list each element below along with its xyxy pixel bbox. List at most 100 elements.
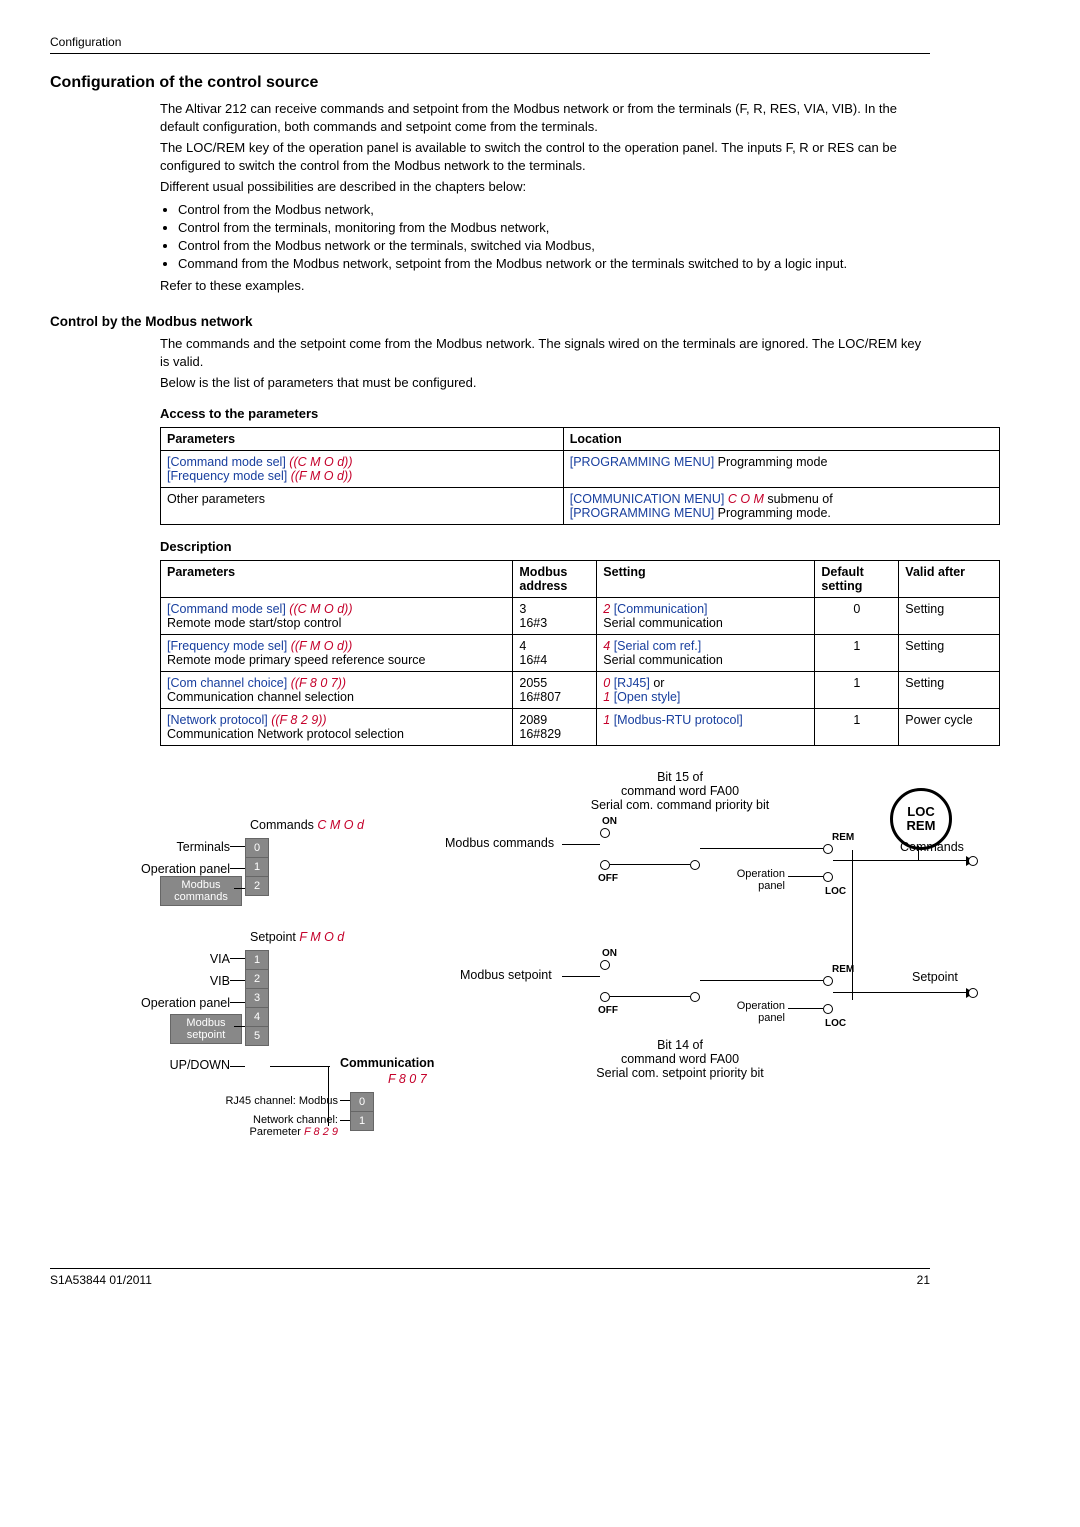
diagram-chip: 4 <box>245 1007 269 1027</box>
setting-desc: Serial communication <box>603 616 723 630</box>
description-table: Parameters Modbus address Setting Defaul… <box>160 560 1000 746</box>
diagram-text: LOC <box>825 1018 846 1029</box>
access-th: Location <box>563 427 999 450</box>
description-heading: Description <box>160 539 930 554</box>
param-code: ((C M O d)) <box>289 455 352 469</box>
intro-p3: Different usual possibilities are descri… <box>160 178 930 196</box>
diagram-text: REM <box>832 832 854 843</box>
access-heading: Access to the parameters <box>160 406 930 421</box>
param-name: [Frequency mode sel] <box>167 639 287 653</box>
diagram-text: Serial com. setpoint priority bit <box>596 1066 763 1080</box>
diagram-text: Operation panel <box>128 862 230 876</box>
valid-after: Setting <box>899 597 1000 634</box>
addr: 3 <box>519 602 526 616</box>
diagram-text: command word FA00 <box>621 1052 739 1066</box>
table-row: [Com channel choice] ((F 8 0 7)) Communi… <box>161 671 1000 708</box>
param-code: ((F M O d)) <box>291 639 353 653</box>
param-desc: Remote mode start/stop control <box>167 616 341 630</box>
diagram-code: F M O d <box>299 930 344 944</box>
param-code: C O M <box>728 492 764 506</box>
diagram-chip: 0 <box>350 1092 374 1112</box>
diagram-chip: 1 <box>350 1111 374 1131</box>
param-name: [Frequency mode sel] <box>167 469 287 483</box>
footer-right: 21 <box>917 1273 930 1287</box>
diagram-text: Commands <box>900 840 964 854</box>
table-row: [Command mode sel] ((C M O d)) Remote mo… <box>161 597 1000 634</box>
desc-th: Setting <box>597 560 815 597</box>
access-th: Parameters <box>161 427 564 450</box>
menu-name: [PROGRAMMING MENU] <box>570 455 714 469</box>
intro-li: Control from the terminals, monitoring f… <box>178 220 930 235</box>
addr: 4 <box>519 639 526 653</box>
diagram-chip: 2 <box>245 876 269 896</box>
diagram-text: Commands <box>250 818 317 832</box>
desc-th: Parameters <box>161 560 513 597</box>
diagram-text: OFF <box>598 1005 618 1016</box>
default: 1 <box>815 634 899 671</box>
diagram-chip: 0 <box>245 838 269 858</box>
diagram-chip: 3 <box>245 988 269 1008</box>
diagram-text: OFF <box>598 873 618 884</box>
diagram-text: UP/DOWN <box>162 1058 230 1072</box>
table-row: [Network protocol] ((F 8 2 9)) Communica… <box>161 708 1000 745</box>
table-row: [Frequency mode sel] ((F M O d)) Remote … <box>161 634 1000 671</box>
diagram-text: ON <box>602 816 617 827</box>
sec1-p1: The commands and the setpoint come from … <box>160 335 930 370</box>
diagram-chip: 2 <box>245 969 269 989</box>
sec1-block: The commands and the setpoint come from … <box>160 335 930 392</box>
setting-name: [RJ45] <box>610 676 650 690</box>
param-desc: Communication Network protocol selection <box>167 727 404 741</box>
intro-li: Command from the Modbus network, setpoin… <box>178 256 930 271</box>
intro-p1: The Altivar 212 can receive commands and… <box>160 100 930 135</box>
addr-hex: 16#829 <box>519 727 561 741</box>
table-row: Other parameters [COMMUNICATION MENU] C … <box>161 487 1000 524</box>
diagram-text: Modbus commands <box>445 836 554 850</box>
desc-th: Modbus address <box>513 560 597 597</box>
diagram-code: C M O d <box>317 818 364 832</box>
addr-hex: 16#807 <box>519 690 561 704</box>
text: Programming mode. <box>714 506 831 520</box>
text: Programming mode <box>714 455 827 469</box>
page-title: Configuration of the control source <box>50 74 930 92</box>
diagram-text: panel <box>758 880 785 892</box>
footer-left: S1A53844 01/2011 <box>50 1273 152 1287</box>
intro-li: Control from the Modbus network or the t… <box>178 238 930 253</box>
diagram-text: Operation <box>737 1000 785 1012</box>
diagram-chip: 1 <box>245 857 269 877</box>
diagram-text: Bit 14 of <box>657 1038 703 1052</box>
diagram-text: Operation panel <box>120 996 230 1010</box>
valid-after: Setting <box>899 671 1000 708</box>
addr-hex: 16#4 <box>519 653 547 667</box>
desc-th: Valid after <box>899 560 1000 597</box>
diagram-text: Setpoint <box>912 970 958 984</box>
param-code: ((F 8 2 9)) <box>271 713 326 727</box>
param-name: Other parameters <box>161 487 564 524</box>
param-code: ((C M O d)) <box>289 602 352 616</box>
diagram-text: ON <box>602 948 617 959</box>
diagram-text: VIB <box>195 974 230 988</box>
setting-desc: Serial communication <box>603 653 723 667</box>
param-name: [Com channel choice] <box>167 676 287 690</box>
section-heading: Control by the Modbus network <box>50 314 930 329</box>
default: 0 <box>815 597 899 634</box>
diagram-text: VIA <box>195 952 230 966</box>
rem-label: REM <box>907 819 936 833</box>
diagram-text: Modbus setpoint <box>460 968 552 982</box>
setting-name: [Modbus-RTU protocol] <box>610 713 742 727</box>
intro-p2: The LOC/REM key of the operation panel i… <box>160 139 930 174</box>
diagram-code: F 8 2 9 <box>304 1126 338 1138</box>
diagram-text: command word FA00 <box>621 784 739 798</box>
intro-block: The Altivar 212 can receive commands and… <box>160 100 930 294</box>
addr: 2055 <box>519 676 547 690</box>
diagram-text: panel <box>758 1012 785 1024</box>
valid-after: Setting <box>899 634 1000 671</box>
text: submenu of <box>764 492 833 506</box>
diagram-text: Network channel: <box>253 1114 338 1126</box>
addr-hex: 16#3 <box>519 616 547 630</box>
access-table: Parameters Location [Command mode sel] (… <box>160 427 1000 525</box>
intro-p4: Refer to these examples. <box>160 277 930 295</box>
diagram-text: Paremeter <box>250 1126 304 1138</box>
param-name: [Network protocol] <box>167 713 268 727</box>
setting-name: [Open style] <box>610 690 680 704</box>
default: 1 <box>815 708 899 745</box>
